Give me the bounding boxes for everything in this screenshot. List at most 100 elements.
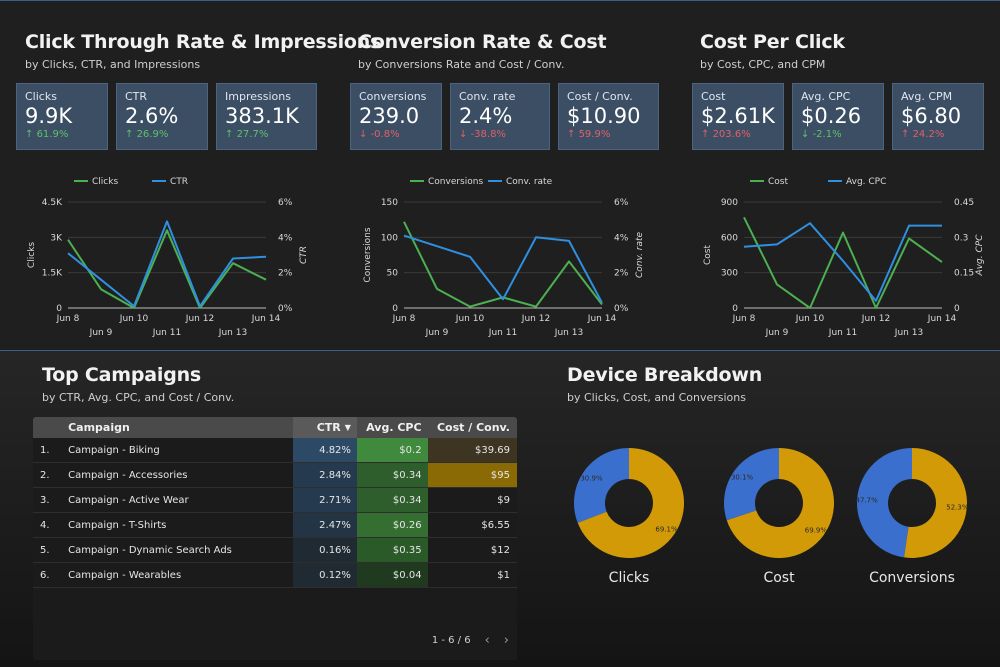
line-chart-cost-cpc: Cost Avg. CPC 0 300 600 900 0 0.15 0.3 0.45 Cost Av… bbox=[703, 177, 985, 338]
avg-cpc-cell: $0.34 bbox=[356, 463, 428, 487]
column-header-cost-per-conv[interactable]: Cost / Conv. bbox=[428, 417, 517, 438]
y2-tick-label: 6% bbox=[614, 198, 629, 208]
x-tick-label: Jun 13 bbox=[218, 328, 247, 338]
column-header-ctr[interactable]: CTR ▼ bbox=[292, 417, 357, 438]
y-axis-title: Conversions bbox=[363, 227, 373, 282]
kpi-card-ctr[interactable]: CTR 2.6% ↑ 26.9% bbox=[116, 83, 208, 150]
x-tick-label: Jun 14 bbox=[927, 314, 957, 324]
table-row[interactable]: 4. Campaign - T-Shirts 2.47% $0.26 $6.55 bbox=[33, 513, 517, 538]
y-tick-label: 0 bbox=[392, 304, 398, 314]
ctr-cell: 2.71% bbox=[292, 488, 357, 512]
arrow-down-icon: ↓ bbox=[801, 129, 813, 140]
y2-tick-label: 0.3 bbox=[954, 233, 968, 243]
kpi-card-impressions[interactable]: Impressions 383.1K ↑ 27.7% bbox=[216, 83, 317, 150]
column-header-avg-cpc[interactable]: Avg. CPC bbox=[357, 417, 428, 438]
y2-tick-label: 0 bbox=[954, 304, 960, 314]
kpi-card-conv-rate[interactable]: Conv. rate 2.4% ↓ -38.8% bbox=[450, 83, 550, 150]
x-tick-label: Jun 13 bbox=[894, 328, 923, 338]
kpi-delta: ↑ 61.9% bbox=[25, 129, 69, 140]
section-subtitle: by Clicks, Cost, and Conversions bbox=[567, 391, 746, 404]
kpi-card-avg-cpc[interactable]: Avg. CPC $0.26 ↓ -2.1% bbox=[792, 83, 884, 150]
kpi-label: Cost / Conv. bbox=[567, 90, 633, 103]
y-tick-label: 3K bbox=[50, 233, 63, 243]
donut-slice[interactable] bbox=[724, 448, 779, 521]
kpi-card-avg-cpm[interactable]: Avg. CPM $6.80 ↑ 24.2% bbox=[892, 83, 984, 150]
arrow-up-icon: ↑ bbox=[901, 129, 913, 140]
campaign-name: Campaign - Dynamic Search Ads bbox=[68, 544, 232, 556]
avg-cpc-cell: $0.35 bbox=[356, 538, 428, 562]
table-body: 1. Campaign - Biking 4.82% $0.2 $39.69 2. Camp… bbox=[33, 438, 517, 588]
kpi-label: Cost bbox=[701, 90, 726, 103]
ctr-cell: 0.12% bbox=[292, 563, 357, 587]
x-tick-label: Jun 11 bbox=[152, 328, 181, 338]
section-title: Conversion Rate & Cost bbox=[358, 31, 607, 53]
kpi-value: 2.4% bbox=[459, 104, 513, 128]
row-number: 5. bbox=[40, 544, 50, 556]
x-tick-label: Jun 11 bbox=[488, 328, 517, 338]
kpi-value: 383.1K bbox=[225, 104, 299, 128]
x-tick-label: Jun 8 bbox=[56, 314, 80, 324]
donut-label-clicks: Clicks bbox=[608, 570, 650, 586]
ctr-cell: 2.84% bbox=[292, 463, 357, 487]
ctr-cell: 4.82% bbox=[292, 438, 357, 462]
kpi-card-conversions[interactable]: Conversions 239.0 ↓ -0.8% bbox=[350, 83, 442, 150]
slice-label: 69.9% bbox=[805, 527, 828, 535]
kpi-delta: ↑ 26.9% bbox=[125, 129, 169, 140]
donut-conversions: 47.7% 52.3% bbox=[855, 448, 969, 558]
y-tick-label: 600 bbox=[721, 233, 738, 243]
x-tick-label: Jun 12 bbox=[521, 314, 550, 324]
slice-label: 30.1% bbox=[731, 473, 754, 481]
kpi-label: CTR bbox=[125, 90, 148, 103]
table-header: Campaign CTR ▼ Avg. CPC Cost / Conv. bbox=[33, 417, 517, 438]
arrow-up-icon: ↑ bbox=[125, 129, 137, 140]
kpi-value: $6.80 bbox=[901, 104, 962, 128]
section-conversion-cost: Conversion Rate & Cost by Conversions Ra… bbox=[358, 31, 607, 71]
campaigns-table: Campaign CTR ▼ Avg. CPC Cost / Conv. 1. Ca… bbox=[33, 417, 517, 660]
section-subtitle: by Conversions Rate and Cost / Conv. bbox=[358, 58, 565, 71]
campaign-name: Campaign - Accessories bbox=[68, 469, 188, 481]
kpi-delta: ↑ 24.2% bbox=[901, 129, 945, 140]
y-tick-label: 4.5K bbox=[42, 198, 63, 208]
kpi-card-cost[interactable]: Cost $2.61K ↑ 203.6% bbox=[692, 83, 784, 150]
donut-slice[interactable] bbox=[574, 448, 629, 523]
donut-label-conversions: Conversions bbox=[869, 570, 955, 586]
y2-axis-title: Conv. rate bbox=[635, 231, 645, 278]
kpi-delta: ↑ 27.7% bbox=[225, 129, 269, 140]
prev-page-icon[interactable]: ‹ bbox=[485, 633, 490, 648]
slice-label: 47.7% bbox=[855, 497, 878, 505]
kpi-value: $0.26 bbox=[801, 104, 862, 128]
y-axis-title: Cost bbox=[703, 245, 713, 265]
column-header-campaign[interactable]: Campaign bbox=[68, 421, 293, 434]
y-tick-label: 300 bbox=[721, 269, 738, 279]
donut-clicks: 30.9% 69.1% bbox=[574, 448, 684, 558]
x-tick-label: Jun 9 bbox=[89, 328, 113, 338]
x-tick-label: Jun 10 bbox=[455, 314, 485, 324]
avg-cpc-cell: $0.04 bbox=[356, 563, 428, 587]
campaign-name: Campaign - Biking bbox=[68, 444, 160, 456]
next-page-icon[interactable]: › bbox=[504, 633, 509, 648]
table-row[interactable]: 6. Campaign - Wearables 0.12% $0.04 $1 bbox=[33, 563, 517, 588]
x-tick-label: Jun 14 bbox=[587, 314, 617, 324]
campaign-name: Campaign - T-Shirts bbox=[68, 519, 167, 531]
section-device-breakdown: Device Breakdown by Clicks, Cost, and Co… bbox=[567, 364, 762, 404]
x-tick-label: Jun 10 bbox=[795, 314, 825, 324]
x-tick-label: Jun 11 bbox=[828, 328, 857, 338]
series-line-cost bbox=[743, 216, 943, 309]
table-row[interactable]: 5. Campaign - Dynamic Search Ads 0.16% $0.3… bbox=[33, 538, 517, 563]
section-subtitle: by Clicks, CTR, and Impressions bbox=[25, 58, 201, 71]
kpi-delta: ↑ 203.6% bbox=[701, 129, 751, 140]
y-tick-label: 1.5K bbox=[42, 269, 63, 279]
avg-cpc-cell: $0.26 bbox=[356, 513, 428, 537]
arrow-up-icon: ↑ bbox=[701, 129, 713, 140]
pagination-label: 1 - 6 / 6 bbox=[431, 635, 471, 646]
kpi-card-clicks[interactable]: Clicks 9.9K ↑ 61.9% bbox=[16, 83, 108, 150]
kpi-card-cost-per-conv[interactable]: Cost / Conv. $10.90 ↑ 59.9% bbox=[558, 83, 659, 150]
table-row[interactable]: 2. Campaign - Accessories 2.84% $0.34 $95 bbox=[33, 463, 517, 488]
section-title: Cost Per Click bbox=[700, 31, 845, 53]
table-row[interactable]: 3. Campaign - Active Wear 2.71% $0.34 $9 bbox=[33, 488, 517, 513]
line-chart-clicks-ctr: Clicks CTR 0 1.5K 3K 4.5K 0% 2% 4% 6% Clicks CTR Jun… bbox=[27, 177, 309, 338]
series-line-conv-rate bbox=[403, 234, 603, 304]
section-title: Click Through Rate & Impressions bbox=[25, 31, 382, 53]
table-row[interactable]: 1. Campaign - Biking 4.82% $0.2 $39.69 bbox=[33, 438, 517, 463]
x-tick-label: Jun 8 bbox=[732, 314, 756, 324]
